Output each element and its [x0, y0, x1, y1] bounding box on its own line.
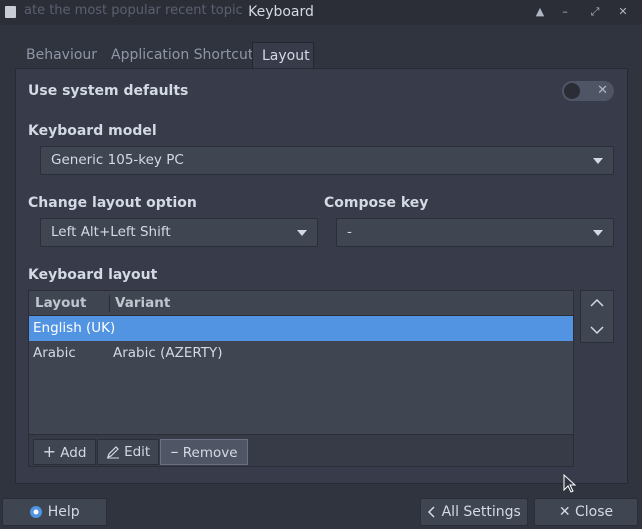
keyboard-model-label: Keyboard model: [28, 123, 157, 139]
keep-above-icon[interactable]: ▲: [532, 4, 548, 20]
tab-application-shortcuts[interactable]: Application Shortcuts: [102, 42, 270, 69]
chevron-left-icon: [427, 504, 441, 520]
compose-key-dropdown[interactable]: -: [336, 218, 614, 247]
edit-label: Edit: [124, 444, 151, 460]
close-label: Close: [575, 504, 614, 520]
move-up-button[interactable]: [581, 291, 613, 316]
mouse-cursor-icon: [563, 474, 577, 493]
column-separator: [109, 295, 110, 312]
compose-key-value: -: [347, 224, 352, 240]
variant-cell: Arabic (AZERTY): [113, 345, 223, 361]
keyboard-model-dropdown[interactable]: Generic 105-key PC: [40, 146, 614, 175]
compose-key-label: Compose key: [324, 195, 429, 211]
layout-cell: Arabic: [33, 345, 76, 361]
chevron-down-icon: [297, 230, 307, 236]
add-button[interactable]: + Add: [33, 439, 96, 465]
keyboard-layout-label: Keyboard layout: [28, 267, 158, 283]
tab-label: Layout: [262, 48, 310, 64]
chevron-up-icon: [590, 298, 604, 307]
system-defaults-toggle[interactable]: ✕: [562, 81, 614, 101]
system-defaults-label: Use system defaults: [28, 83, 189, 99]
chevron-down-icon: [590, 326, 604, 335]
window-title: Keyboard: [248, 4, 314, 20]
keyboard-layout-table: Layout Variant English (UK) Arabic Arabi…: [28, 290, 574, 467]
remove-label: Remove: [182, 445, 238, 461]
reorder-buttons: [580, 290, 614, 343]
title-bar: ate the most popular recent topic Keyboa…: [0, 0, 642, 25]
tab-layout[interactable]: Layout: [252, 42, 314, 69]
remove-button[interactable]: – Remove: [160, 439, 248, 465]
help-button[interactable]: Help: [2, 498, 107, 526]
minimize-icon[interactable]: –: [557, 4, 573, 20]
layout-cell: English (UK): [33, 320, 116, 336]
column-header-variant[interactable]: Variant: [115, 291, 170, 315]
change-layout-value: Left Alt+Left Shift: [51, 224, 171, 240]
tab-behaviour[interactable]: Behaviour: [17, 42, 106, 69]
tab-label: Behaviour: [26, 47, 98, 63]
add-label: Add: [60, 445, 87, 461]
move-down-button[interactable]: [581, 317, 613, 342]
change-layout-dropdown[interactable]: Left Alt+Left Shift: [40, 218, 318, 247]
table-toolbar: + Add Edit – Remove: [29, 434, 573, 466]
change-layout-label: Change layout option: [28, 195, 197, 211]
table-row[interactable]: English (UK): [29, 316, 573, 341]
toggle-knob: [564, 83, 580, 99]
all-settings-label: All Settings: [441, 504, 521, 520]
chevron-down-icon: [593, 230, 603, 236]
close-button[interactable]: ✕ Close: [534, 498, 638, 526]
help-label: Help: [47, 504, 80, 520]
close-window-icon[interactable]: ✕: [615, 4, 631, 20]
tab-label: Application Shortcuts: [111, 47, 261, 63]
keyboard-model-value: Generic 105-key PC: [51, 152, 184, 168]
column-header-layout[interactable]: Layout: [35, 291, 86, 315]
maximize-icon[interactable]: ⤢: [587, 4, 603, 20]
table-row[interactable]: Arabic Arabic (AZERTY): [29, 341, 573, 366]
close-icon: ✕: [558, 504, 571, 520]
chevron-down-icon: [593, 158, 603, 164]
help-icon: [29, 504, 47, 520]
plus-icon: +: [42, 442, 56, 461]
edit-icon: [106, 444, 124, 460]
table-header: Layout Variant: [29, 291, 573, 316]
toggle-off-icon: ✕: [597, 83, 608, 98]
minus-icon: –: [170, 442, 179, 461]
edit-button[interactable]: Edit: [97, 439, 159, 465]
all-settings-button[interactable]: All Settings: [420, 498, 528, 526]
